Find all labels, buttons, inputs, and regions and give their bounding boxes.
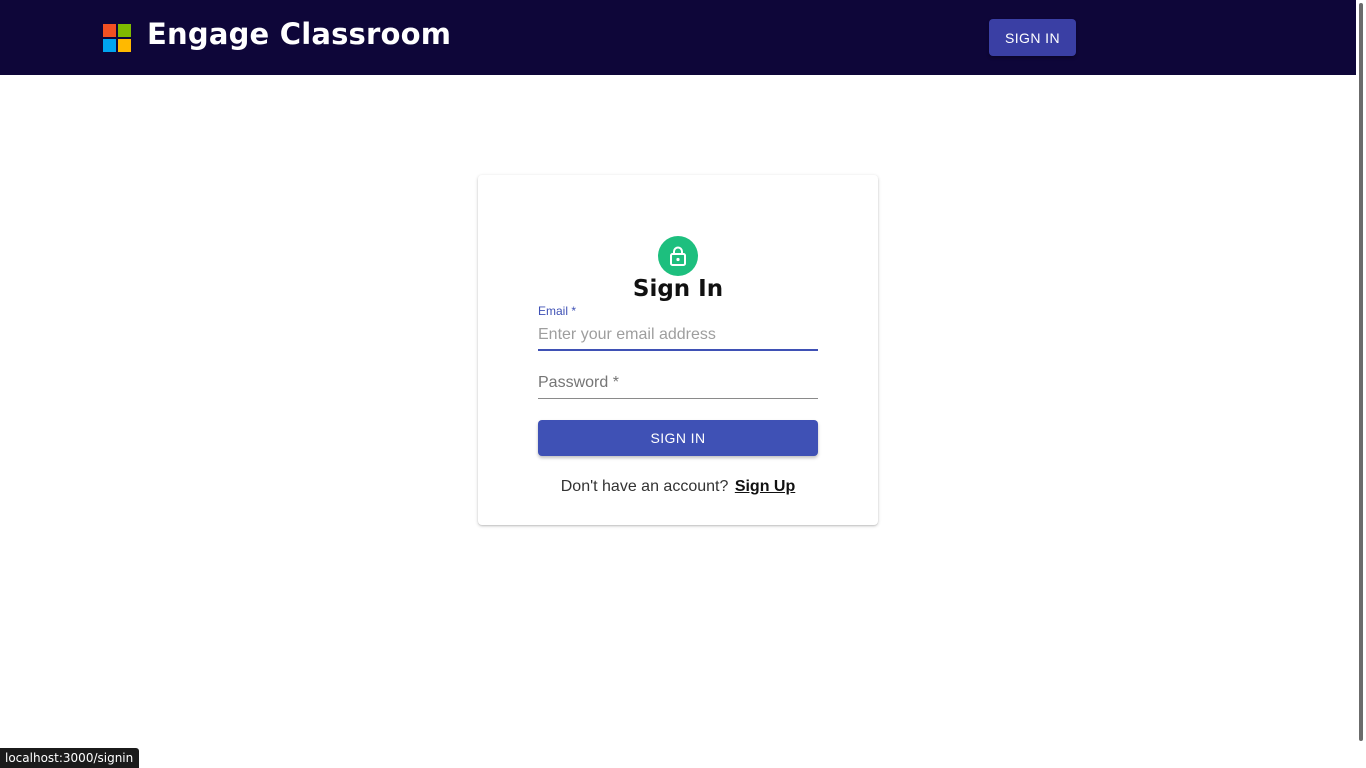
scrollbar-thumb[interactable]: [1359, 3, 1363, 741]
signup-prompt-text: Don't have an account?: [560, 478, 729, 495]
microsoft-logo-icon: [103, 24, 131, 52]
password-field[interactable]: Password *: [538, 371, 818, 400]
email-input[interactable]: [538, 323, 818, 347]
email-underline: [538, 349, 818, 351]
status-bar-url: localhost:3000/signin: [0, 748, 140, 768]
password-label: Password *: [538, 374, 619, 391]
signin-submit-button[interactable]: SIGN IN: [538, 420, 818, 456]
vertical-scrollbar[interactable]: [1356, 0, 1366, 768]
header-signin-button[interactable]: SIGN IN: [989, 19, 1076, 56]
signin-card: Sign In Email * Password * SIGN IN Don't…: [478, 175, 878, 525]
signup-prompt: Don't have an account? Sign Up: [478, 478, 878, 496]
email-field: Email *: [538, 303, 818, 352]
password-underline: [538, 398, 818, 399]
brand-title: Engage Classroom: [147, 17, 452, 51]
lock-avatar: [658, 236, 698, 276]
lock-icon: [670, 246, 686, 266]
email-label: Email *: [538, 304, 577, 318]
app-bar: Engage Classroom SIGN IN: [0, 0, 1356, 75]
page-title: Sign In: [632, 276, 724, 302]
signup-link[interactable]: Sign Up: [735, 478, 795, 495]
